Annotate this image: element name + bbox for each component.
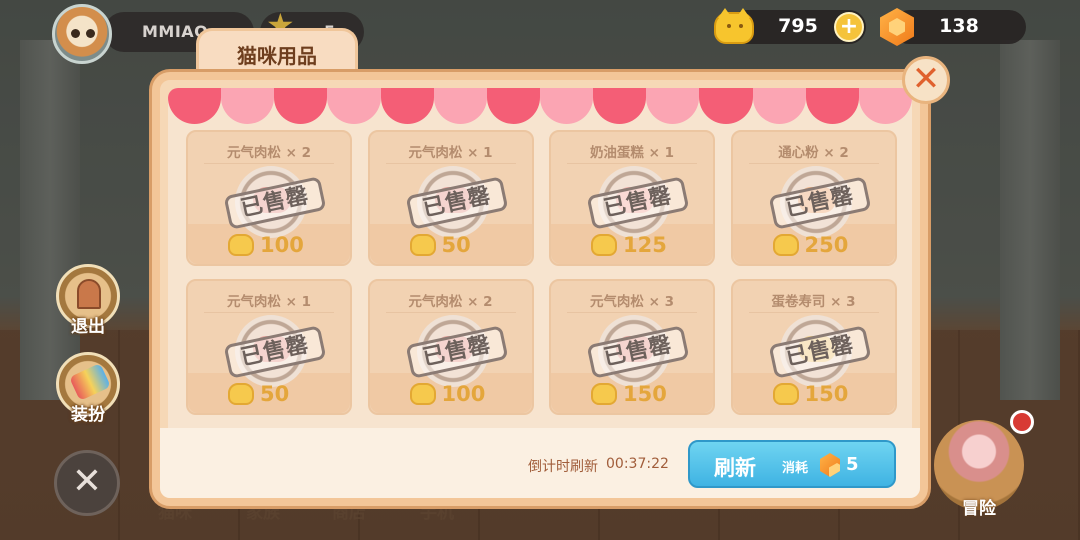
item-name: 通心粉 × 2 — [778, 145, 849, 161]
divider — [385, 163, 516, 164]
divider — [204, 312, 334, 313]
item-price: 50 — [441, 233, 471, 257]
cat-coin-icon — [409, 234, 436, 256]
item-name: 元气肉松 × 2 — [408, 294, 493, 310]
cat-coin-icon — [228, 234, 254, 256]
cat-coin-icon — [772, 383, 799, 405]
item-price: 150 — [623, 382, 667, 406]
shop-item-card[interactable]: 元气肉松 × 1 已售罄 50 — [367, 130, 534, 266]
item-name: 奶油蛋糕 × 1 — [589, 145, 675, 161]
item-price: 125 — [623, 233, 667, 257]
item-price: 250 — [804, 233, 849, 257]
awning-scallop — [380, 88, 434, 124]
refresh-cost: 5 — [846, 454, 859, 475]
shop-item-card[interactable]: 通心粉 × 2 已售罄 250 — [730, 130, 897, 266]
item-price: 50 — [260, 382, 290, 406]
cat-coin-icon — [714, 8, 754, 44]
avatar-eye — [71, 29, 80, 38]
brush-icon — [69, 363, 111, 401]
orange-gem-icon — [820, 453, 840, 477]
divider — [567, 163, 697, 164]
close-icon: ✕ — [71, 461, 103, 502]
avatar-eye — [86, 29, 95, 38]
item-name: 元气肉松 × 3 — [589, 294, 675, 310]
door-icon — [77, 279, 101, 309]
awning-scallop — [221, 88, 275, 124]
countdown-time: 00:37:22 — [606, 456, 669, 472]
cat-coin-icon — [591, 383, 617, 405]
item-name: 元气肉松 × 1 — [226, 294, 312, 310]
item-name: 蛋卷寿司 × 3 — [771, 294, 856, 310]
coin-count: 795 — [778, 15, 818, 37]
dress-label: 装扮 — [71, 405, 105, 425]
add-coins-button[interactable]: + — [834, 12, 864, 42]
shop-item-card[interactable]: 元气肉松 × 2 已售罄 100 — [186, 130, 352, 266]
awning-scallop — [699, 88, 753, 124]
close-icon: ✕ — [911, 59, 941, 99]
gem-count: 138 — [939, 15, 979, 37]
refresh-button[interactable]: 刷新 消耗 5 — [688, 440, 896, 488]
awning-scallop — [168, 88, 222, 124]
awning-scallop — [646, 88, 700, 124]
item-name: 元气肉松 × 1 — [408, 145, 493, 161]
shop-title: 猫咪用品 — [196, 28, 358, 78]
avatar[interactable] — [52, 4, 112, 64]
divider — [748, 312, 879, 313]
item-price: 100 — [260, 233, 304, 257]
exit-label: 退出 — [71, 317, 105, 337]
divider — [204, 163, 334, 164]
refresh-cost-label: 消耗 — [782, 461, 809, 476]
countdown-label: 倒计时刷新 — [528, 459, 598, 475]
awning-scallop — [539, 88, 594, 124]
awning-scallop — [593, 88, 647, 124]
cat-coin-icon — [228, 383, 254, 405]
shop-item-card[interactable]: 蛋卷寿司 × 3 已售罄 150 — [730, 279, 897, 415]
awning-scallop — [858, 88, 912, 124]
item-price: 150 — [804, 382, 849, 406]
awning-scallop — [486, 88, 540, 124]
item-name: 元气肉松 × 2 — [226, 145, 312, 161]
notification-dot — [1010, 410, 1034, 434]
awning-scallop — [805, 88, 859, 124]
item-price: 100 — [441, 382, 486, 406]
cat-coin-icon — [591, 234, 617, 256]
awning-scallop — [752, 88, 806, 124]
shop-item-card[interactable]: 元气肉松 × 3 已售罄 150 — [549, 279, 715, 415]
awning-scallop — [327, 88, 381, 124]
refresh-label: 刷新 — [714, 456, 756, 480]
plus-icon: + — [839, 14, 859, 39]
divider — [748, 163, 879, 164]
adventure-label: 冒险 — [962, 499, 996, 519]
awning-scallop — [274, 88, 328, 124]
menu-close-button[interactable]: ✕ — [54, 450, 120, 516]
divider — [385, 312, 516, 313]
cat-coin-icon — [772, 234, 799, 256]
shop-item-card[interactable]: 奶油蛋糕 × 1 已售罄 125 — [549, 130, 715, 266]
awning-scallop — [433, 88, 487, 124]
close-shop-button[interactable]: ✕ — [902, 56, 950, 104]
cat-coin-icon — [409, 383, 436, 405]
awning — [168, 88, 912, 124]
shop-item-card[interactable]: 元气肉松 × 1 已售罄 50 — [186, 279, 352, 415]
shop-item-card[interactable]: 元气肉松 × 2 已售罄 100 — [367, 279, 534, 415]
divider — [567, 312, 697, 313]
